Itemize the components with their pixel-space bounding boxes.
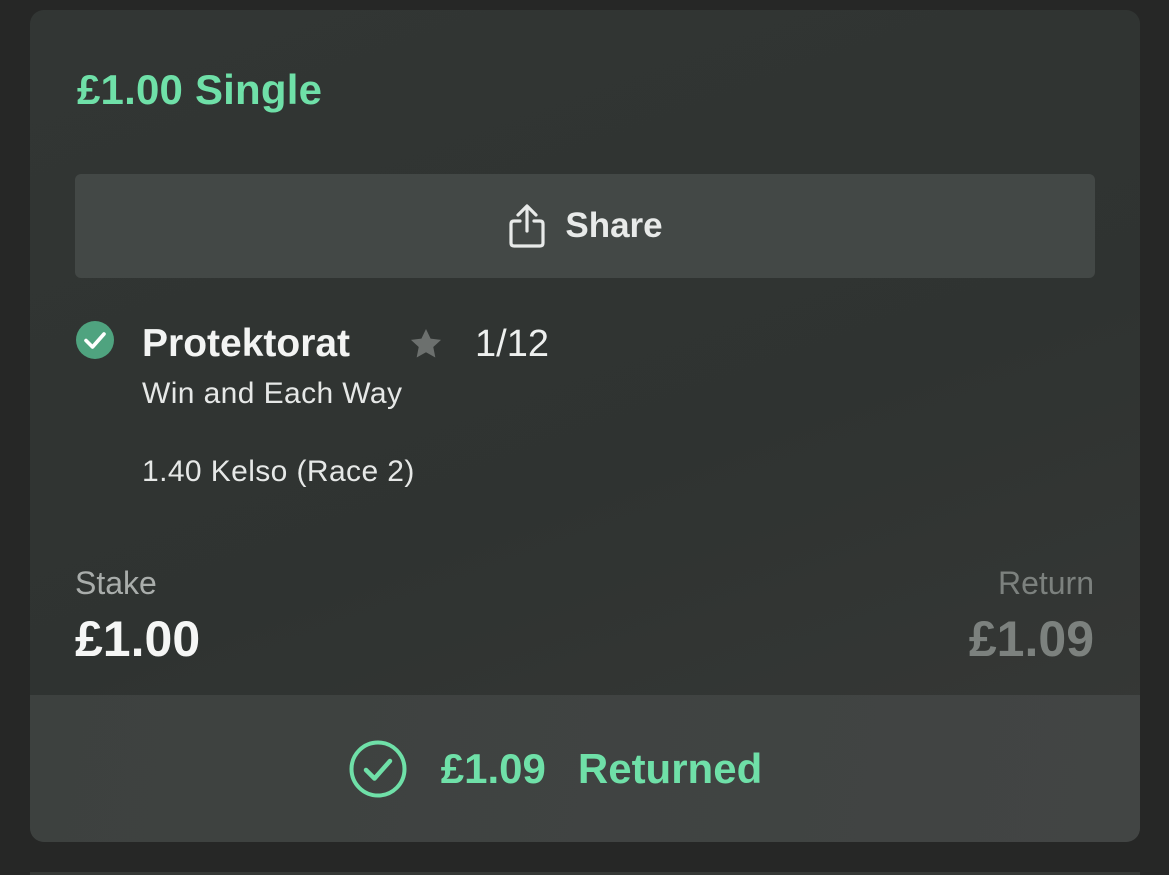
share-button[interactable]: Share (75, 174, 1095, 278)
returned-amount: £1.09 (440, 744, 546, 792)
selection-odds: 1/12 (475, 323, 549, 365)
bet-title: £1.00 Single (77, 66, 323, 113)
return-value: £1.09 (968, 611, 1094, 667)
share-label: Share (565, 206, 663, 245)
share-icon (507, 203, 547, 249)
market-type: Win and Each Way (142, 377, 403, 410)
returned-label: Returned (577, 744, 763, 792)
selection-name: Protektorat (142, 322, 351, 365)
returned-status-bar: £1.09 Returned (30, 695, 1140, 842)
event-name: 1.40 Kelso (Race 2) (142, 455, 415, 488)
check-circle-outline-icon (348, 739, 408, 799)
stake-value: £1.00 (75, 611, 201, 667)
bet-card: £1.00 Single Share Protektorat 1/12 Win … (30, 10, 1140, 842)
stake-label: Stake (75, 565, 157, 601)
star-icon[interactable] (407, 325, 445, 363)
return-label: Return (997, 565, 1094, 601)
check-circle-icon (75, 320, 115, 360)
